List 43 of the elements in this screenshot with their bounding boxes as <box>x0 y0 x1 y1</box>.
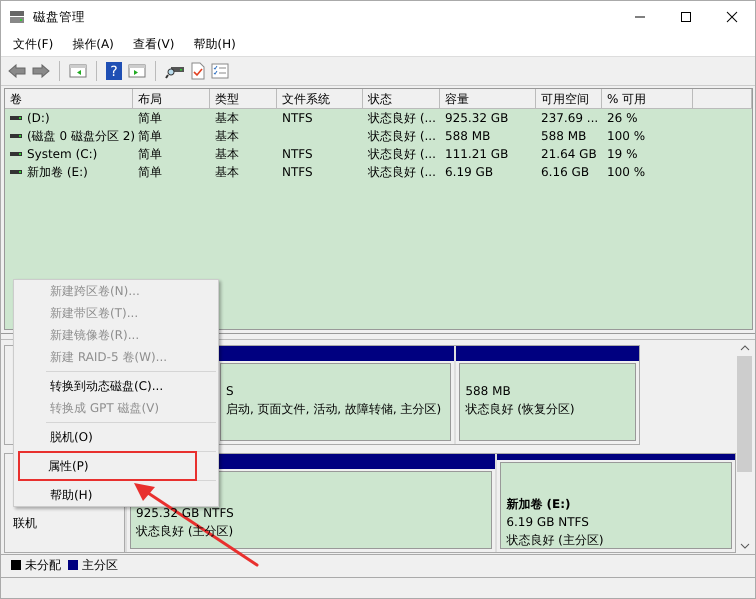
disk-status-text: 联机 <box>13 515 38 532</box>
table-cell: 简单 <box>138 110 162 126</box>
table-cell: 6.16 GB <box>541 165 590 179</box>
table-cell: 基本 <box>215 164 239 180</box>
partition-info: 588 MB <box>465 384 512 399</box>
table-cell: 基本 <box>215 146 239 162</box>
legend-label: 未分配 <box>25 556 61 574</box>
table-cell: 基本 <box>215 110 239 126</box>
table-cell: 简单 <box>138 128 162 144</box>
table-cell: 588 MB <box>541 129 586 143</box>
table-cell: 状态良好 (... <box>368 146 436 162</box>
table-cell: 100 % <box>607 165 646 179</box>
table-cell: 状态良好 (... <box>368 164 436 180</box>
partition-name: 新加卷 (E:) <box>506 497 572 512</box>
table-cell: 26 % <box>607 111 638 125</box>
partition-info: 状态良好 (主分区) <box>506 533 605 548</box>
table-cell: NTFS <box>282 111 313 125</box>
table-cell: (磁盘 0 磁盘分区 2) <box>27 128 136 144</box>
table-cell: 6.19 GB <box>445 165 494 179</box>
table-cell: 588 MB <box>445 129 490 143</box>
legend-label: 主分区 <box>82 556 118 574</box>
partition-info: 6.19 GB NTFS <box>506 515 590 530</box>
partition-info: S <box>226 384 235 399</box>
table-cell: 19 % <box>607 147 638 161</box>
table-cell: 新加卷 (E:) <box>27 164 88 180</box>
partition-info: 状态良好 (恢复分区) <box>465 402 576 417</box>
table-cell: 简单 <box>138 164 162 180</box>
table-cell: (D:) <box>27 111 50 125</box>
window-title: 磁盘管理 <box>33 8 85 26</box>
table-cell: NTFS <box>282 165 313 179</box>
table-cell: NTFS <box>282 147 313 161</box>
table-cell: 100 % <box>607 129 646 143</box>
table-cell: 925.32 GB <box>445 111 508 125</box>
partition-info: 启动, 页面文件, 活动, 故障转储, 主分区) <box>226 402 442 417</box>
table-cell: 状态良好 (... <box>368 128 436 144</box>
table-cell: 基本 <box>215 128 239 144</box>
table-cell: 状态良好 (... <box>368 110 436 126</box>
table-cell: 237.69 ... <box>541 111 598 125</box>
table-cell: 简单 <box>138 146 162 162</box>
table-cell: System (C:) <box>27 147 98 161</box>
table-cell: 111.21 GB <box>445 147 508 161</box>
partition-info: 925.32 GB NTFS <box>136 506 235 521</box>
table-cell: 21.64 GB <box>541 147 597 161</box>
